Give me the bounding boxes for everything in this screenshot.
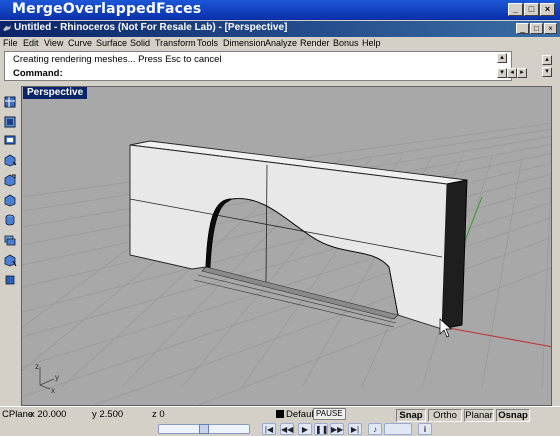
info-icon[interactable]: i (418, 423, 432, 435)
menu-edit[interactable]: Edit (23, 38, 39, 48)
grid-view-icon[interactable] (3, 95, 17, 109)
play-icon[interactable]: ▶ (298, 423, 312, 435)
command-prompt[interactable]: Command: (13, 68, 63, 79)
perspective-viewport[interactable]: z y x Perspective (21, 86, 552, 406)
render-view-icon[interactable] (3, 133, 17, 147)
cylinder-icon[interactable] (3, 213, 17, 227)
menu-analyze[interactable]: Analyze (265, 38, 297, 48)
box-view-icon[interactable] (3, 115, 17, 129)
menu-view[interactable]: View (44, 38, 63, 48)
menu-solid[interactable]: Solid (130, 38, 150, 48)
command-scroll-down-icon[interactable]: ▾ (497, 68, 507, 78)
wall-solid[interactable] (129, 140, 468, 330)
video-player-bar: |◀ ◀◀ ▶ ❚❚ ▶▶ ▶| ♪ i (0, 422, 560, 436)
minimize-button[interactable]: _ (508, 3, 523, 16)
rhino-logo-icon (3, 25, 11, 31)
status-cplane: CPlane (2, 409, 34, 420)
cube-rotate-icon[interactable] (3, 173, 17, 187)
stack-icon[interactable] (3, 233, 17, 247)
menu-help[interactable]: Help (362, 38, 381, 48)
rhino-window-title: Untitled - Rhinoceros (Not For Resale La… (14, 22, 288, 33)
command-scroll-right-icon[interactable]: ▸ (517, 68, 527, 78)
menu-surface[interactable]: Surface (96, 38, 127, 48)
cube-move-icon[interactable] (3, 153, 17, 167)
menu-render[interactable]: Render (300, 38, 330, 48)
maximize-button[interactable]: □ (524, 3, 539, 16)
cube-select-icon[interactable] (3, 253, 17, 267)
osnap-toggle[interactable]: Osnap (496, 409, 530, 422)
right-scroll-up-icon[interactable]: ▴ (542, 55, 552, 65)
outer-window-title: MergeOverlappedFaces (12, 1, 202, 17)
rhino-minimize-button[interactable]: _ (516, 23, 529, 34)
rhino-title-bar: Untitled - Rhinoceros (Not For Resale La… (0, 21, 560, 37)
menu-file[interactable]: File (3, 38, 18, 48)
viewport-label[interactable]: Perspective (23, 87, 88, 99)
menu-bonus[interactable]: Bonus (333, 38, 359, 48)
status-y-coord: y 2.500 (92, 409, 124, 420)
status-z-coord: z 0 (152, 409, 165, 420)
close-button[interactable]: × (540, 3, 555, 16)
right-scroll-down-icon[interactable]: ▾ (542, 67, 552, 77)
solid-box-icon[interactable] (3, 273, 17, 287)
snap-toggle[interactable]: Snap (396, 409, 426, 422)
cube-scale-icon[interactable] (3, 193, 17, 207)
command-scroll-left-icon[interactable]: ◂ (507, 68, 517, 78)
command-history: Creating rendering meshes... Press Esc t… (13, 54, 222, 65)
speaker-icon[interactable]: ♪ (368, 423, 382, 435)
command-area: Creating rendering meshes... Press Esc t… (4, 51, 512, 81)
rhino-close-button[interactable]: × (544, 23, 557, 34)
axis-x-label: x (51, 386, 55, 395)
status-x-coord: x 20.000 (30, 409, 67, 420)
status-bar: CPlane x 20.000 y 2.500 z 0 Default PAUS… (0, 406, 560, 422)
menu-bar: File Edit View Curve Surface Solid Trans… (0, 37, 560, 51)
layer-color-swatch[interactable] (276, 410, 284, 418)
command-scroll-up-icon[interactable]: ▴ (497, 53, 507, 63)
menu-curve[interactable]: Curve (68, 38, 92, 48)
pause-icon[interactable]: ❚❚ (314, 423, 328, 435)
outer-title-bar: MergeOverlappedFaces _ □ × (0, 0, 560, 20)
axis-z-label: z (35, 362, 39, 371)
skip-end-icon[interactable]: ▶| (348, 423, 362, 435)
menu-dimension[interactable]: Dimension (223, 38, 266, 48)
rhino-maximize-button[interactable]: □ (530, 23, 543, 34)
fast-forward-icon[interactable]: ▶▶ (330, 423, 344, 435)
seek-bar[interactable] (158, 424, 250, 434)
ortho-toggle[interactable]: Ortho (428, 409, 462, 422)
volume-slider[interactable] (384, 423, 412, 435)
pause-badge: PAUSE (313, 408, 346, 420)
left-toolbar (0, 85, 20, 405)
planar-toggle[interactable]: Planar (464, 409, 494, 422)
axis-y-label: y (55, 373, 59, 382)
viewport-canvas: z y x (22, 122, 551, 405)
skip-start-icon[interactable]: |◀ (262, 423, 276, 435)
status-layer[interactable]: Default (286, 409, 316, 420)
seek-thumb[interactable] (199, 424, 209, 434)
rewind-icon[interactable]: ◀◀ (280, 423, 294, 435)
menu-transform[interactable]: Transform (155, 38, 196, 48)
menu-tools[interactable]: Tools (197, 38, 218, 48)
